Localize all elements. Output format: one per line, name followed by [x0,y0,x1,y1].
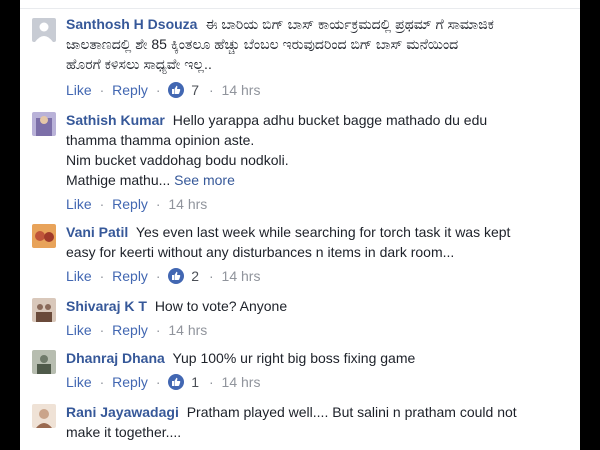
like-link[interactable]: Like [66,196,92,212]
comment-author[interactable]: Rani Jayawadagi [66,404,179,420]
comment-author[interactable]: Shivaraj K T [66,298,147,314]
comment-body: Sathish Kumar Hello yarappa adhu bucket … [66,110,568,190]
timestamp[interactable]: 14 hrs [222,82,261,98]
reply-link[interactable]: Reply [112,268,148,284]
comment-text-line: Mathige mathu... See more [66,170,568,190]
separator: · [99,268,105,284]
comment-author[interactable]: Santhosh H Dsouza [66,16,197,32]
comment-actions: Like · Reply · 1 · 14 hrs [66,372,260,392]
timestamp[interactable]: 14 hrs [222,268,261,284]
comment-body: Vani Patil Yes even last week while sear… [66,222,568,262]
separator: · [99,196,105,212]
profile-photo-icon [32,350,56,374]
comment-text-line: ಈ ಬಾರಿಯ ಬಿಗ್ ಬಾಸ್ ಕಾರ್ಯಕ್ರಮದಲ್ಲಿ ಪ್ರಥಮ್ … [205,16,494,32]
separator: · [155,374,161,390]
timestamp[interactable]: 14 hrs [168,196,207,212]
comment-author[interactable]: Dhanraj Dhana [66,350,165,366]
like-link[interactable]: Like [66,374,92,390]
reply-link[interactable]: Reply [112,322,148,338]
reaction-count[interactable]: 7 [191,82,199,98]
reaction-count[interactable]: 2 [191,268,199,284]
profile-photo-icon [32,224,56,248]
like-reaction-icon[interactable] [168,268,185,284]
comment-text-line: ಹೊರಗೆ ಕಳಿಸಲು ಸಾಧ್ಯವೇ ಇಲ್ಲ.. [66,56,212,72]
avatar[interactable] [32,404,56,428]
comment-actions: Like · Reply · 14 hrs [66,320,207,340]
comment-text-line: ಜಾಲತಾಣದಲ್ಲಿ ಶೇ 85 ಕ್ಕಿಂತಲೂ ಹೆಚ್ಚು ಬೆಂಬಲ … [66,36,459,52]
comments-panel: Santhosh H Dsouza ಈ ಬಾರಿಯ ಬಿಗ್ ಬಾಸ್ ಕಾರ್… [20,0,580,450]
like-reaction-icon[interactable] [168,82,185,98]
avatar[interactable] [32,18,56,42]
comment-body: Santhosh H Dsouza ಈ ಬಾರಿಯ ಬಿಗ್ ಬಾಸ್ ಕಾರ್… [66,14,568,74]
comment-text-line: make it together.... [66,424,182,440]
avatar[interactable] [32,298,56,322]
timestamp[interactable]: 14 hrs [168,322,207,338]
separator: · [208,82,214,98]
separator: · [155,268,161,284]
comment-author[interactable]: Sathish Kumar [66,112,165,128]
comment-text-line: How to vote? Anyone [154,298,288,314]
comment-text-line: Hello yarappa adhu bucket bagge mathado … [172,112,488,128]
comment-text-fragment: Mathige mathu... [66,172,171,188]
comment-body: Dhanraj Dhana Yup 100% ur right big boss… [66,348,568,368]
reply-link[interactable]: Reply [112,374,148,390]
separator: · [99,322,105,338]
comment-text-line: Nim bucket vaddohag bodu nodkoli. [66,152,289,168]
default-avatar-icon [32,18,56,42]
avatar[interactable] [32,224,56,248]
profile-photo-icon [32,112,56,136]
avatar[interactable] [32,350,56,374]
comment-author[interactable]: Vani Patil [66,224,128,240]
avatar[interactable] [32,112,56,136]
reply-link[interactable]: Reply [112,82,148,98]
like-link[interactable]: Like [66,268,92,284]
comment-actions: Like · Reply · 2 · 14 hrs [66,266,260,286]
comment-body: Shivaraj K T How to vote? Anyone [66,296,568,316]
like-link[interactable]: Like [66,322,92,338]
timestamp[interactable]: 14 hrs [222,374,261,390]
like-reaction-icon[interactable] [168,374,185,390]
comment-text-line: Yes even last week while searching for t… [135,224,511,240]
profile-photo-icon [32,298,56,322]
comment-text-line: easy for keerti without any disturbances… [66,244,455,260]
like-link[interactable]: Like [66,82,92,98]
comment-text-line: thamma thamma opinion aste. [66,132,255,148]
separator: · [208,268,214,284]
comment-text-line: Pratham played well.... But salini n pra… [186,404,517,420]
see-more-link[interactable]: See more [174,172,235,188]
separator: · [208,374,214,390]
separator: · [99,374,105,390]
separator: · [99,82,105,98]
comment-body: Rani Jayawadagi Pratham played well.... … [66,402,568,442]
comment-text-line: Yup 100% ur right big boss fixing game [172,350,416,366]
top-divider [20,0,580,9]
reaction-count[interactable]: 1 [191,374,199,390]
separator: · [155,196,161,212]
separator: · [155,82,161,98]
comment-actions: Like · Reply · 14 hrs [66,194,207,214]
profile-photo-icon [32,404,56,428]
separator: · [155,322,161,338]
reply-link[interactable]: Reply [112,196,148,212]
comment-actions: Like · Reply · 7 · 14 hrs [66,80,260,100]
